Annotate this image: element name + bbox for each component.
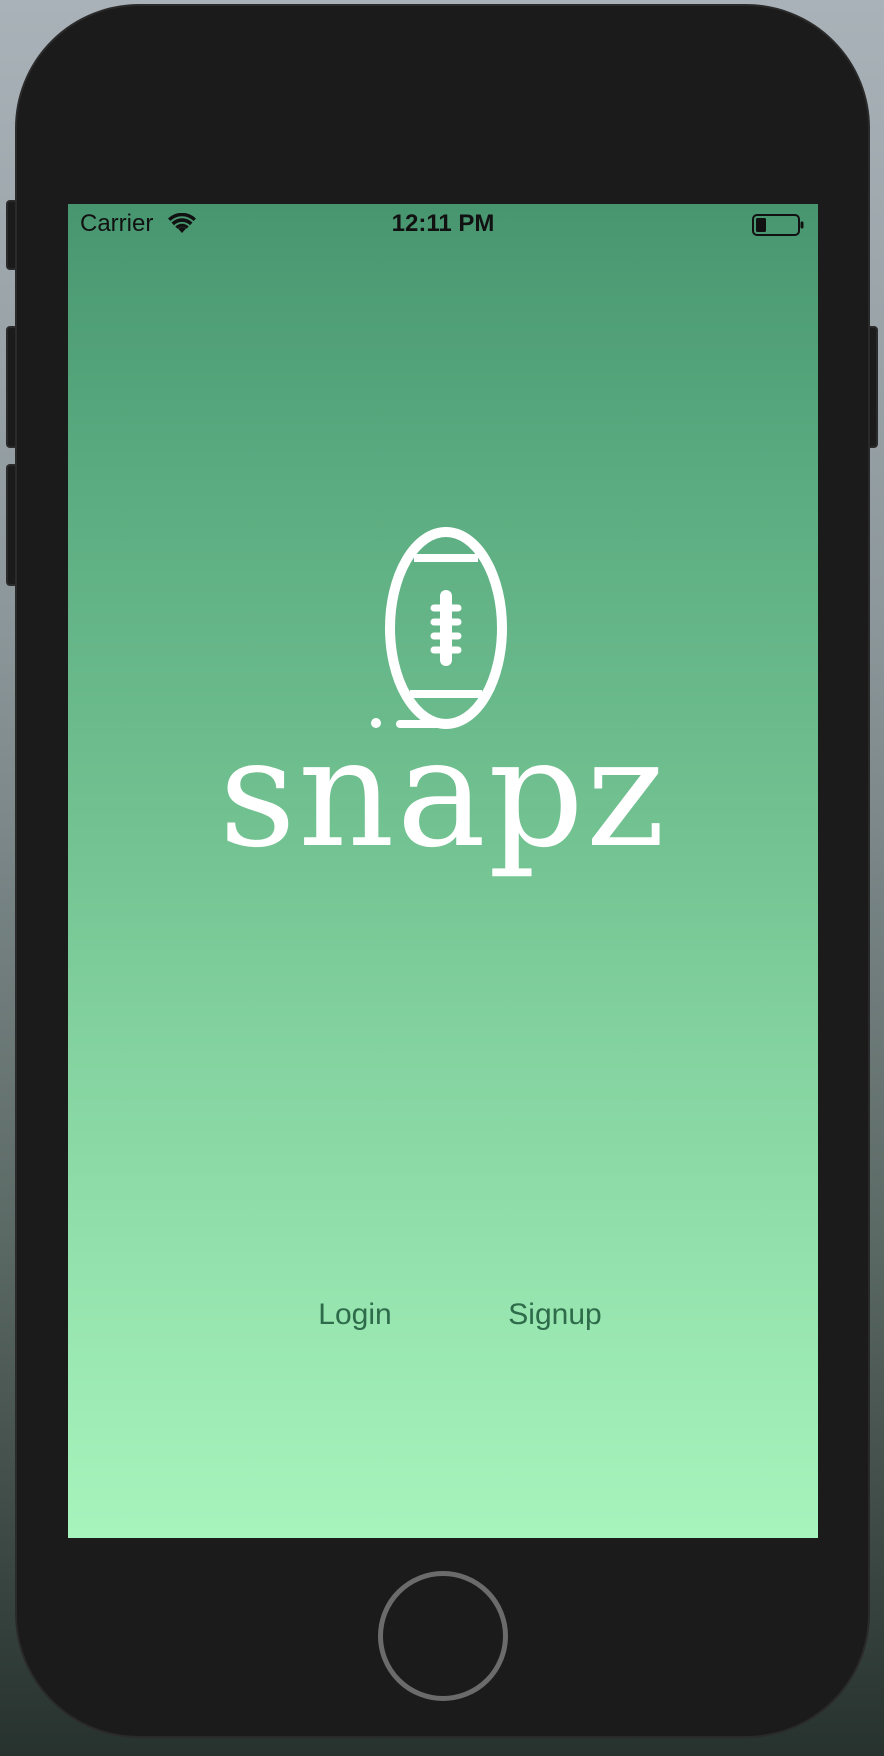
signup-button[interactable]: Signup: [490, 1290, 620, 1340]
football-icon: [371, 527, 507, 729]
battery-icon: [752, 214, 804, 236]
app-logo: snapz: [68, 524, 818, 884]
app-screen: Carrier 12:11 PM snapz Login Signup: [68, 204, 818, 1538]
login-button[interactable]: Login: [290, 1290, 420, 1340]
home-button[interactable]: [378, 1571, 508, 1701]
status-bar: Carrier 12:11 PM: [68, 204, 818, 244]
status-time: 12:11 PM: [391, 210, 495, 237]
auth-actions: Login Signup: [68, 1290, 818, 1340]
app-wordmark: snapz: [218, 707, 668, 881]
